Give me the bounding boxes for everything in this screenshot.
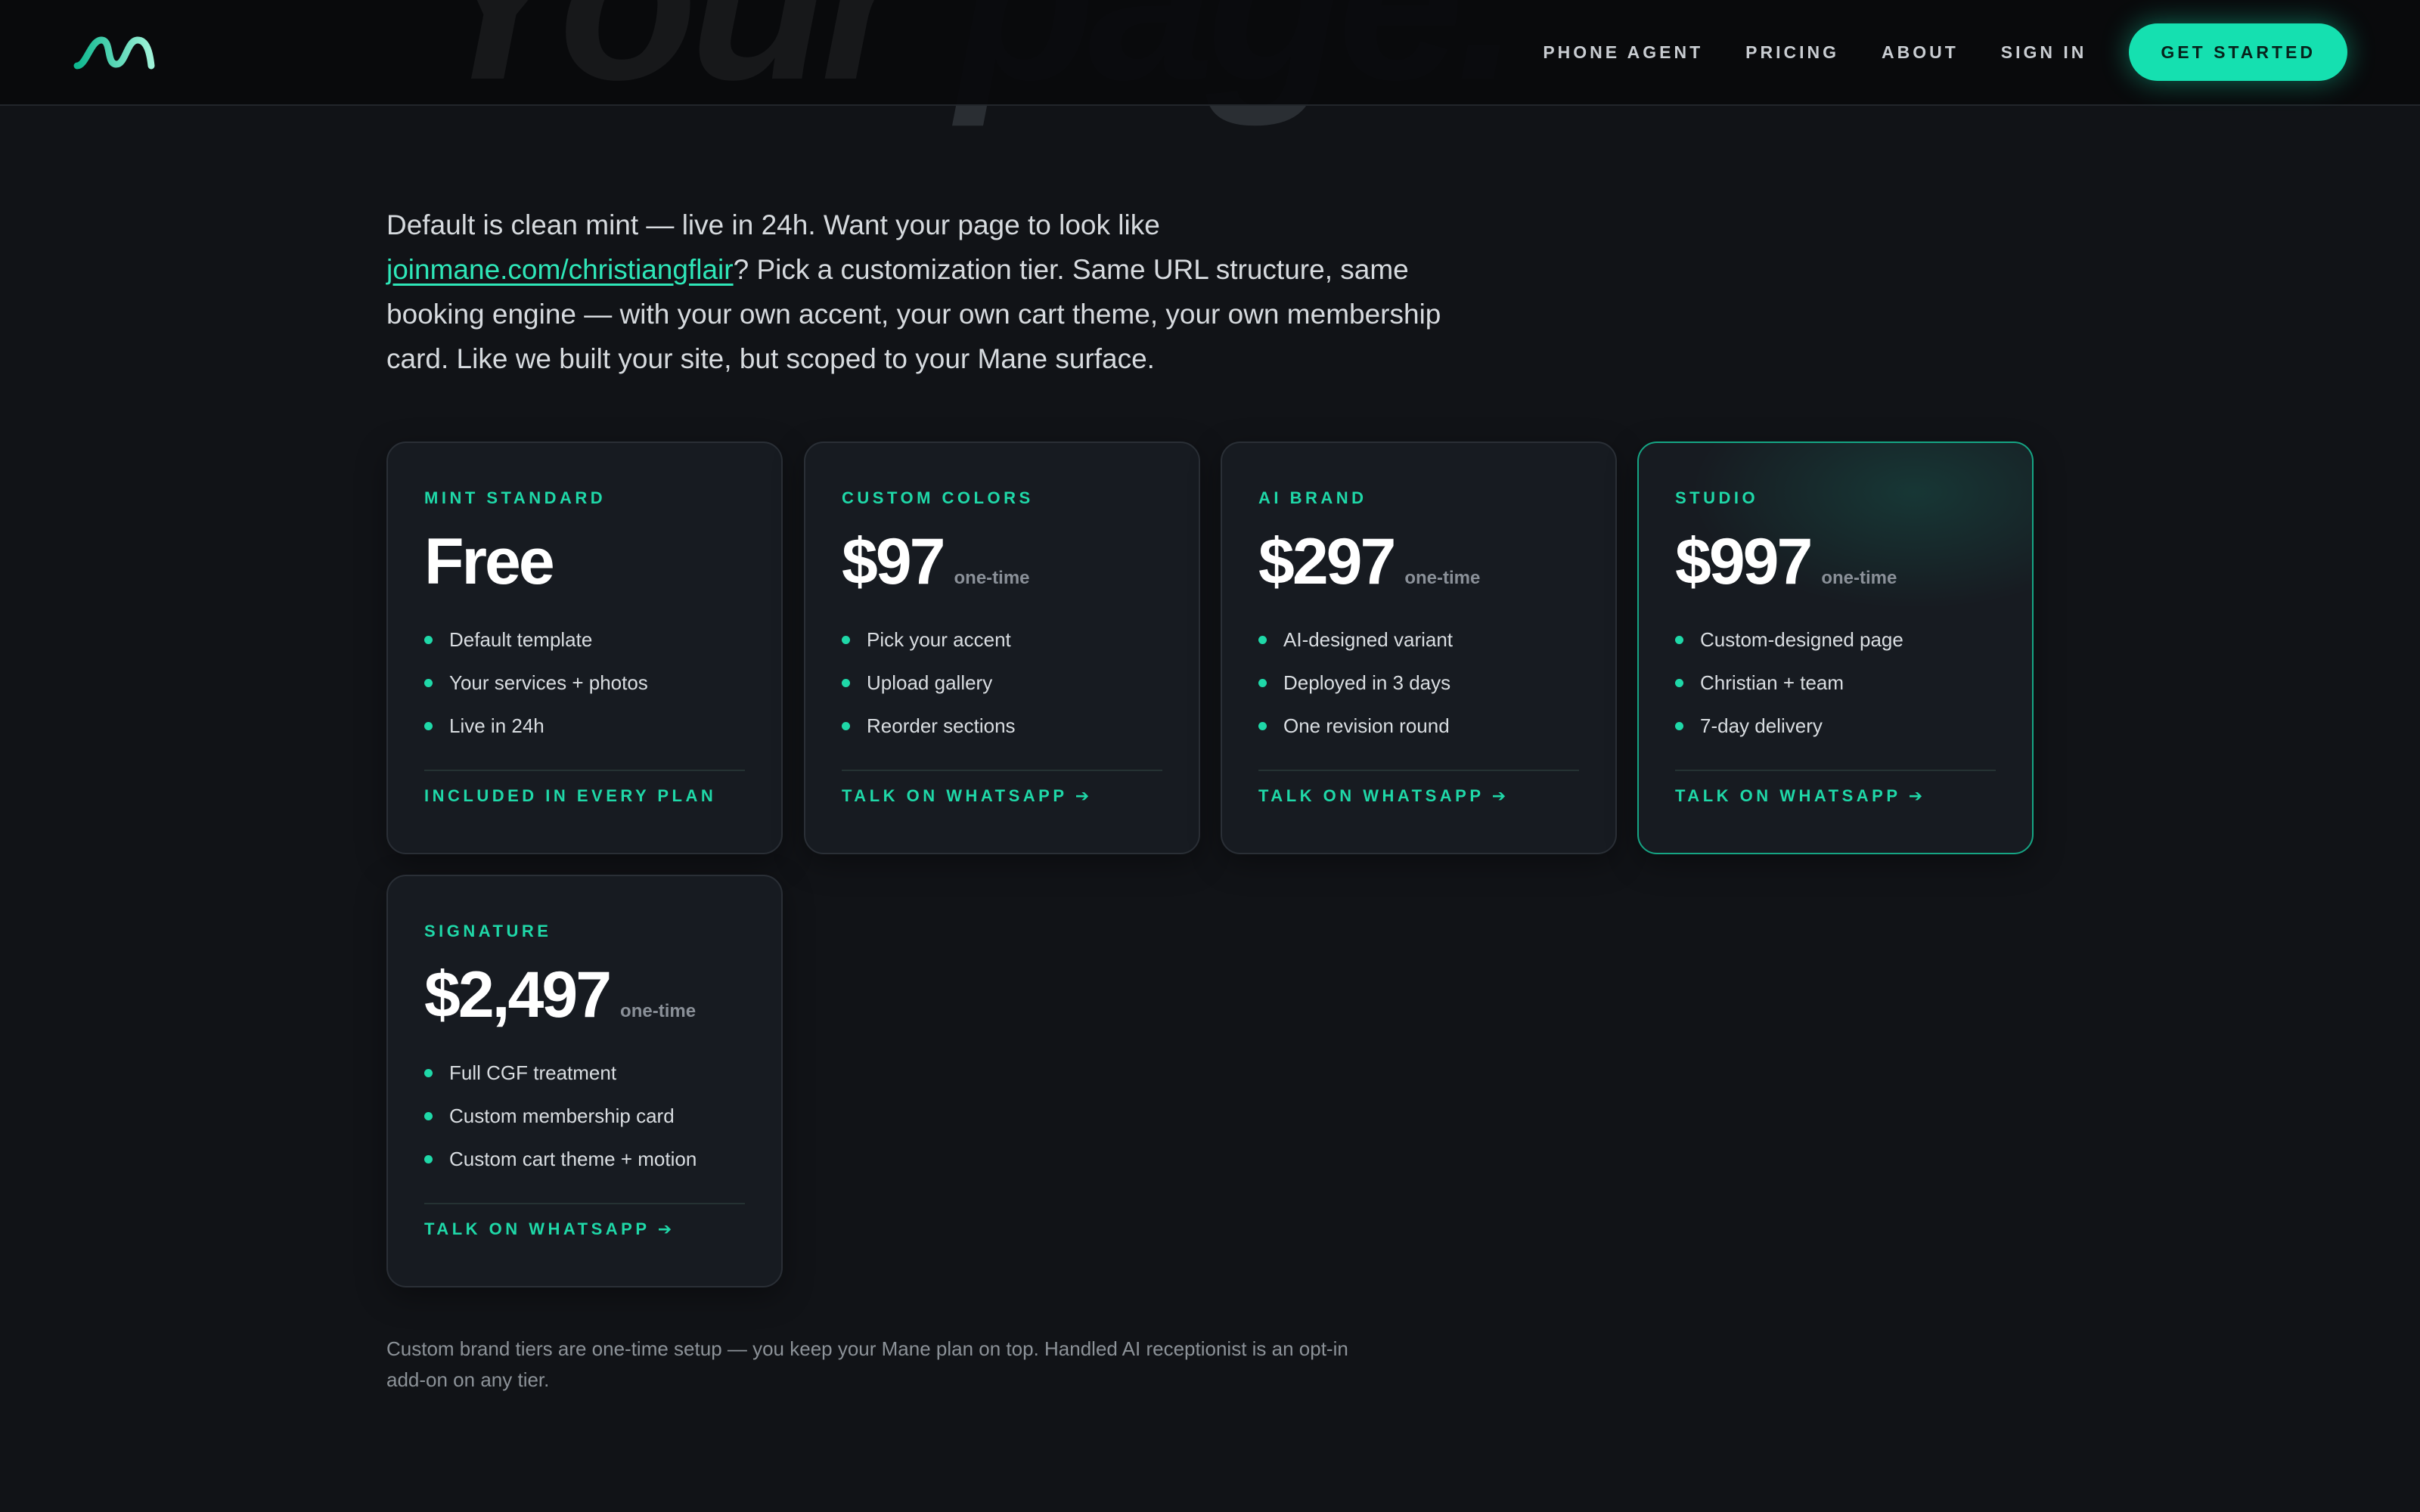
feature-label: Custom cart theme + motion — [449, 1148, 697, 1170]
feature-label: Reorder sections — [867, 714, 1016, 737]
bullet-dot-icon — [1258, 636, 1267, 644]
tier-card-custom-colors: CUSTOM COLORS $97 one-time Pick your acc… — [804, 442, 1200, 854]
tier-price: $997 — [1675, 525, 1813, 598]
main-nav: PHONE AGENT PRICING ABOUT SIGN IN GET ST… — [1500, 23, 2347, 81]
price-period: one-time — [1821, 568, 1897, 588]
tier-name: STUDIO — [1675, 488, 1759, 507]
tier-card-studio: STUDIO $997 one-time Custom-designed pag… — [1637, 442, 2034, 854]
feature-item: Custom cart theme + motion — [424, 1138, 697, 1181]
bullet-dot-icon — [424, 1069, 433, 1077]
feature-label: Christian + team — [1700, 671, 1844, 694]
bullet-dot-icon — [424, 1112, 433, 1120]
feature-item: Your services + photos — [424, 662, 648, 705]
bullet-dot-icon — [424, 636, 433, 644]
feature-label: AI-designed variant — [1283, 628, 1454, 651]
feature-label: Custom membership card — [449, 1105, 675, 1127]
feature-item: Full CGF treatment — [424, 1052, 697, 1095]
bullet-dot-icon — [842, 722, 850, 730]
feature-label: One revision round — [1283, 714, 1450, 737]
bullet-dot-icon — [1675, 679, 1683, 687]
talk-on-whatsapp-link[interactable]: TALK ON WHATSAPP ➔ — [842, 786, 1093, 806]
tier-name: AI BRAND — [1258, 488, 1367, 507]
feature-label: Pick your accent — [867, 628, 1011, 651]
feature-item: 7-day delivery — [1675, 705, 1903, 748]
tier-price: $97 — [842, 525, 945, 598]
bullet-dot-icon — [1258, 722, 1267, 730]
price-row: $997 one-time — [1675, 525, 1897, 600]
feature-label: 7-day delivery — [1700, 714, 1823, 737]
bullet-dot-icon — [1675, 722, 1683, 730]
pricing-page: Your page. PHONE AGENT PRICING ABOUT SIG… — [0, 0, 2420, 1512]
feature-list: Full CGF treatment Custom membership car… — [424, 1052, 697, 1181]
feature-item: Upload gallery — [842, 662, 1016, 705]
price-row: $2,497 one-time — [424, 958, 696, 1033]
tier-card-signature: SIGNATURE $2,497 one-time Full CGF treat… — [386, 875, 783, 1287]
card-divider — [842, 770, 1162, 771]
feature-item: Reorder sections — [842, 705, 1016, 748]
site-header: PHONE AGENT PRICING ABOUT SIGN IN GET ST… — [0, 0, 2420, 106]
card-divider — [1258, 770, 1579, 771]
feature-label: Custom-designed page — [1700, 628, 1903, 651]
feature-item: AI-designed variant — [1258, 618, 1453, 662]
feature-item: Live in 24h — [424, 705, 648, 748]
tier-name: MINT STANDARD — [424, 488, 607, 507]
card-divider — [424, 770, 745, 771]
card-divider — [424, 1203, 745, 1204]
tier-price: $2,497 — [424, 959, 612, 1031]
price-row: $97 one-time — [842, 525, 1030, 600]
nav-sign-in[interactable]: SIGN IN — [2001, 42, 2087, 63]
talk-on-whatsapp-link[interactable]: TALK ON WHATSAPP ➔ — [1675, 786, 1926, 806]
feature-label: Default template — [449, 628, 593, 651]
feature-label: Deployed in 3 days — [1283, 671, 1451, 694]
talk-on-whatsapp-link[interactable]: TALK ON WHATSAPP ➔ — [1258, 786, 1509, 806]
feature-item: Custom-designed page — [1675, 618, 1903, 662]
tier-name: SIGNATURE — [424, 922, 552, 940]
included-label: INCLUDED IN EVERY PLAN — [424, 786, 717, 805]
tier-card-mint-standard: MINT STANDARD Free Default template Your… — [386, 442, 783, 854]
feature-item: Pick your accent — [842, 618, 1016, 662]
feature-label: Live in 24h — [449, 714, 544, 737]
price-period: one-time — [1404, 568, 1481, 588]
feature-item: Custom membership card — [424, 1095, 697, 1138]
bullet-dot-icon — [424, 1155, 433, 1163]
bullet-dot-icon — [842, 679, 850, 687]
feature-list: AI-designed variant Deployed in 3 days O… — [1258, 618, 1453, 748]
bullet-dot-icon — [424, 679, 433, 687]
feature-item: One revision round — [1258, 705, 1453, 748]
price-period: one-time — [620, 1001, 697, 1021]
example-site-link[interactable]: joinmane.com/christiangflair — [386, 254, 734, 285]
feature-list: Pick your accent Upload gallery Reorder … — [842, 618, 1016, 748]
feature-label: Full CGF treatment — [449, 1061, 617, 1084]
feature-item: Christian + team — [1675, 662, 1903, 705]
nav-phone-agent[interactable]: PHONE AGENT — [1543, 42, 1703, 63]
price-period: one-time — [954, 568, 1030, 588]
bullet-dot-icon — [424, 722, 433, 730]
card-divider — [1675, 770, 1996, 771]
price-row: $297 one-time — [1258, 525, 1480, 600]
footnote: Custom brand tiers are one-time setup — … — [386, 1337, 1348, 1391]
feature-item: Deployed in 3 days — [1258, 662, 1453, 705]
feature-list: Default template Your services + photos … — [424, 618, 648, 748]
bullet-dot-icon — [1675, 636, 1683, 644]
feature-list: Custom-designed page Christian + team 7-… — [1675, 618, 1903, 748]
bullet-dot-icon — [1258, 679, 1267, 687]
mane-logo-icon[interactable] — [73, 29, 156, 75]
tier-card-ai-brand: AI BRAND $297 one-time AI-designed varia… — [1221, 442, 1617, 854]
nav-about[interactable]: ABOUT — [1882, 42, 1959, 63]
get-started-button[interactable]: GET STARTED — [2129, 23, 2347, 81]
intro-text-before: Default is clean mint — live in 24h. Wan… — [386, 209, 1160, 240]
price-row: Free — [424, 525, 555, 600]
bullet-dot-icon — [842, 636, 850, 644]
tier-price: $297 — [1258, 525, 1396, 598]
intro-paragraph: Default is clean mint — live in 24h. Wan… — [386, 203, 1460, 381]
feature-label: Upload gallery — [867, 671, 993, 694]
nav-pricing[interactable]: PRICING — [1745, 42, 1839, 63]
feature-label: Your services + photos — [449, 671, 648, 694]
talk-on-whatsapp-link[interactable]: TALK ON WHATSAPP ➔ — [424, 1219, 675, 1239]
feature-item: Default template — [424, 618, 648, 662]
tier-name: CUSTOM COLORS — [842, 488, 1034, 507]
tier-price: Free — [424, 525, 555, 598]
